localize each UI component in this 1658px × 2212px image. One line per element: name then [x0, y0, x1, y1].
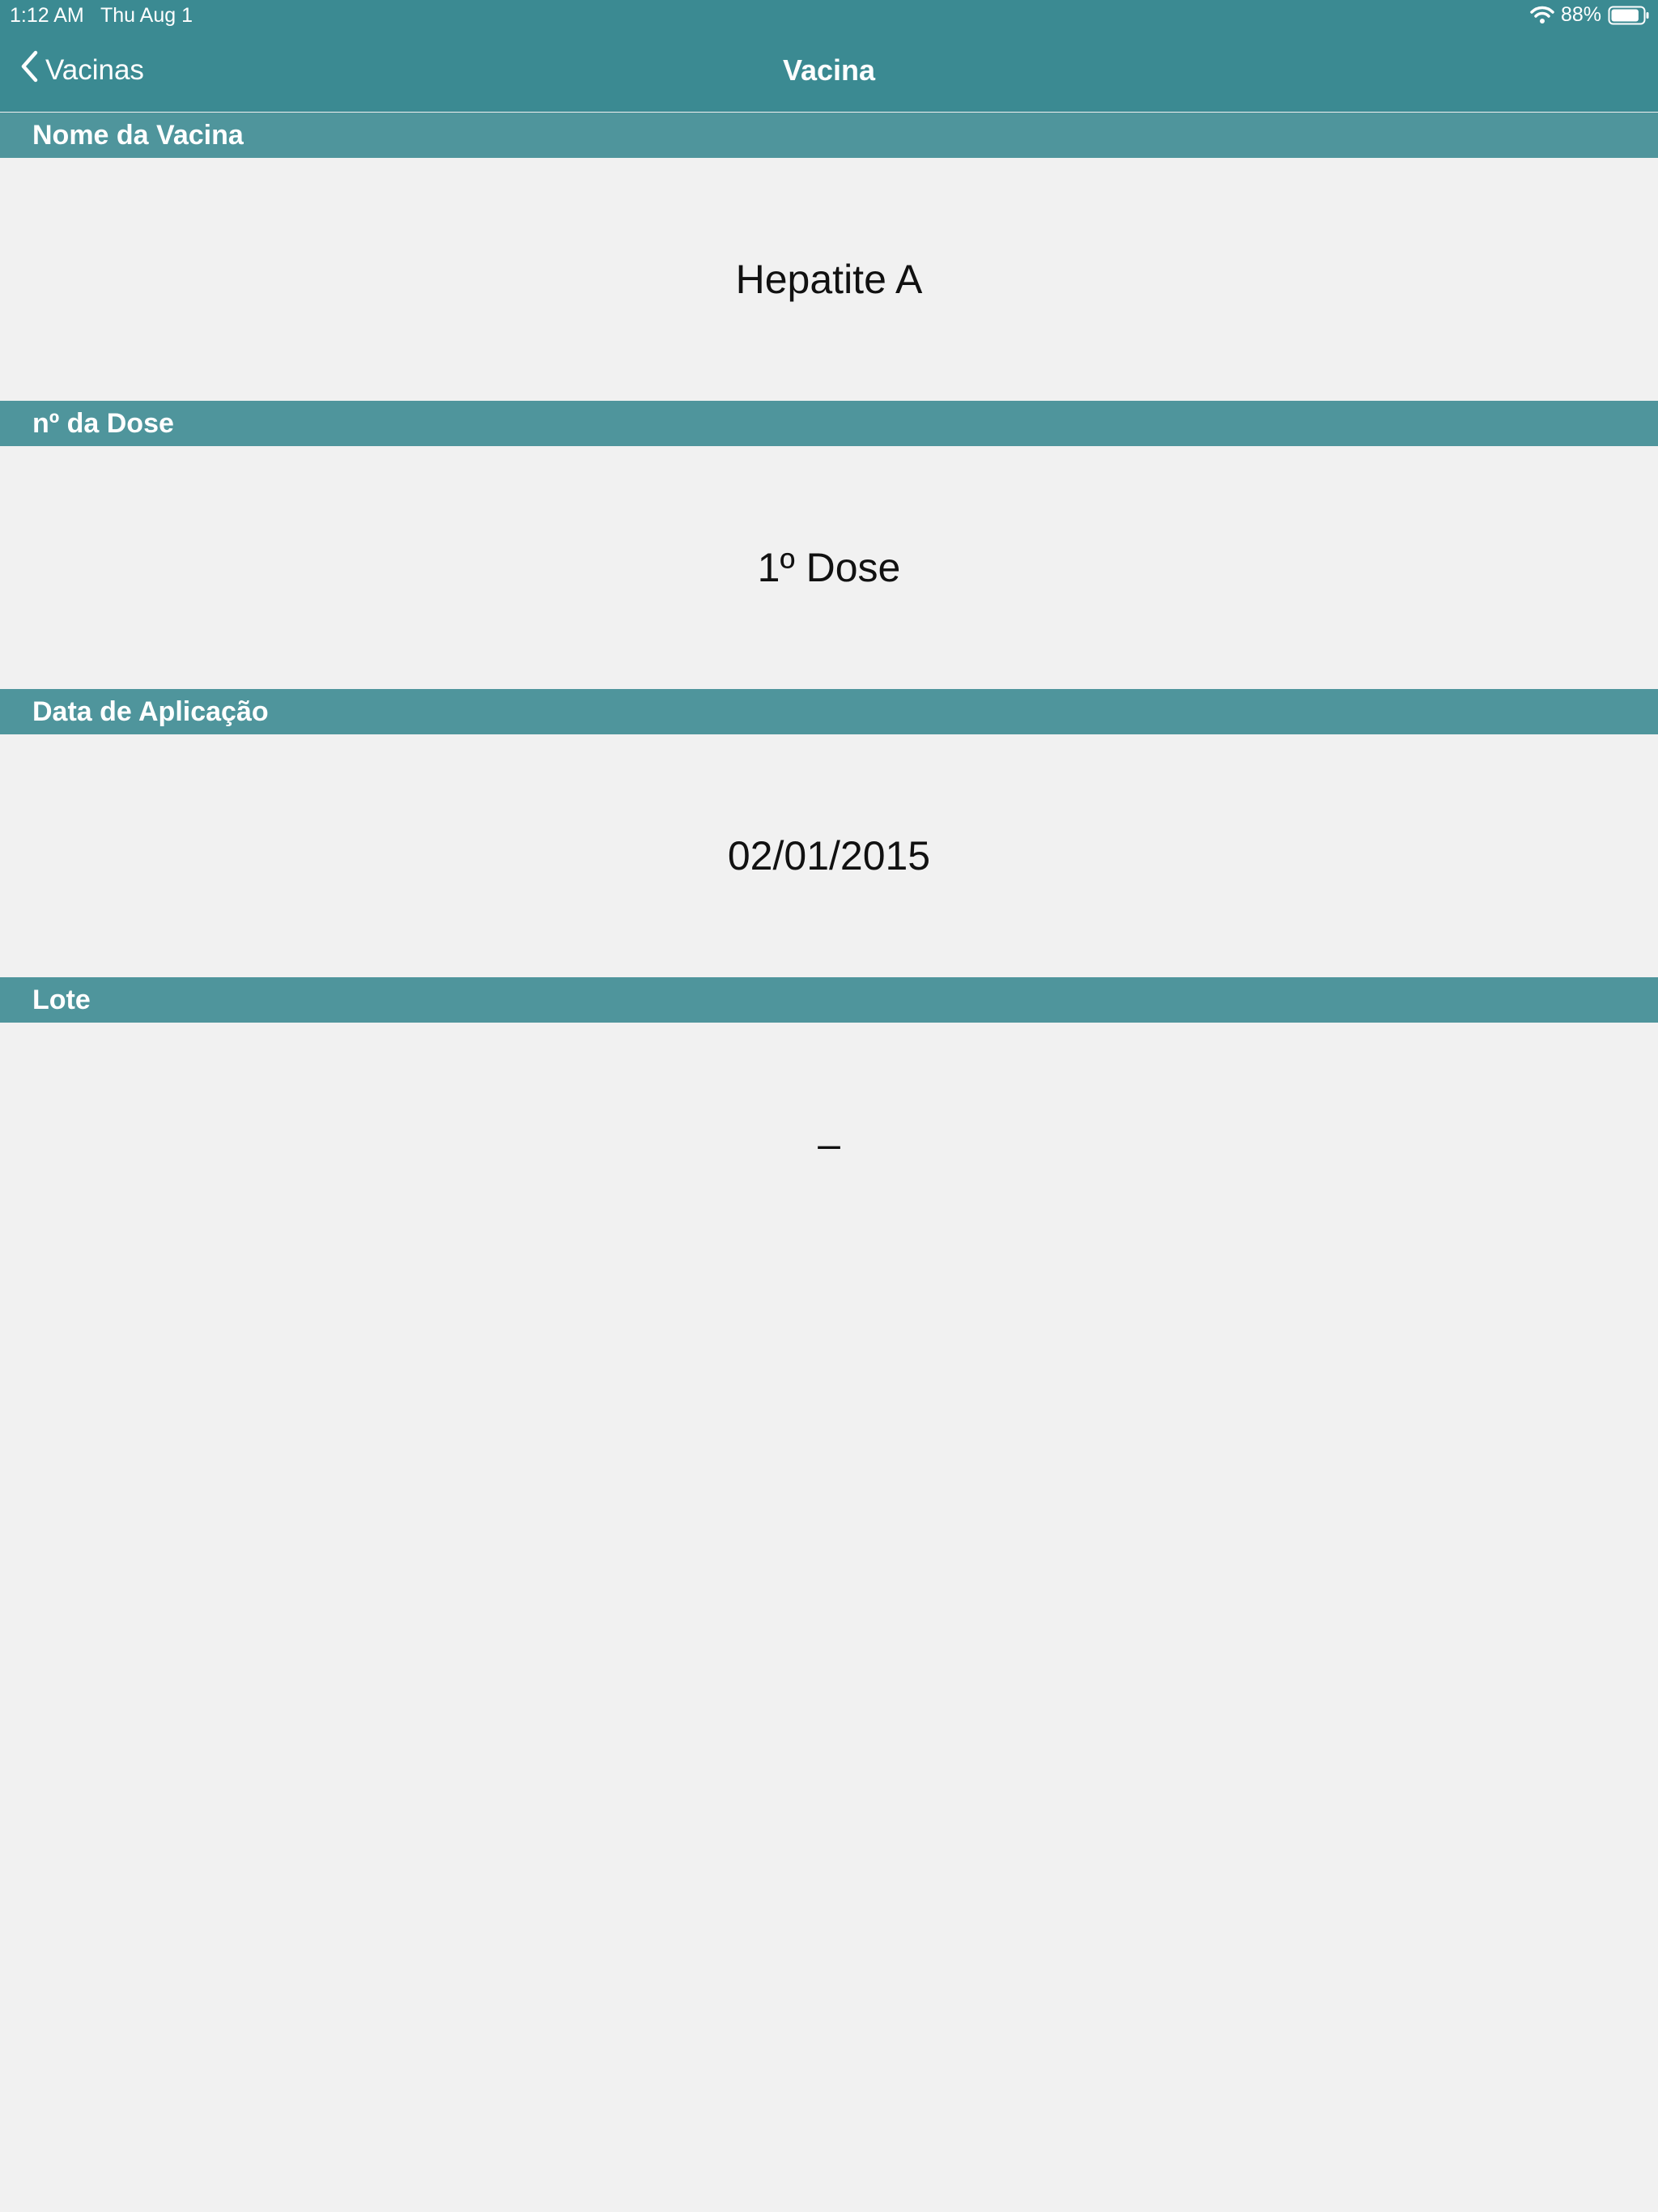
page-title: Vacina: [782, 53, 876, 87]
dose-number-value: 1º Dose: [757, 545, 901, 590]
battery-icon: [1608, 5, 1650, 26]
battery-fill: [1611, 9, 1639, 21]
wifi-icon: [1530, 6, 1554, 25]
application-date-value: 02/01/2015: [727, 833, 931, 878]
navigation-bar: Vacinas Vacina: [0, 32, 1658, 112]
batch-value: –: [818, 1121, 840, 1167]
section-header-dose: nº da Dose: [0, 401, 1658, 446]
section-header-data-de-aplicacao: Data de Aplicação: [0, 689, 1658, 734]
status-bar: 1:12 AM Thu Aug 1 88%: [0, 0, 1658, 32]
status-time: 1:12 AM: [10, 4, 84, 27]
status-indicators: 88%: [1530, 3, 1650, 27]
status-date: Thu Aug 1: [100, 4, 193, 27]
section-header-lote: Lote: [0, 977, 1658, 1023]
section-header-nome-da-vacina: Nome da Vacina: [0, 113, 1658, 158]
battery-percent: 88%: [1560, 3, 1601, 26]
vaccine-name-value: Hepatite A: [735, 257, 923, 302]
